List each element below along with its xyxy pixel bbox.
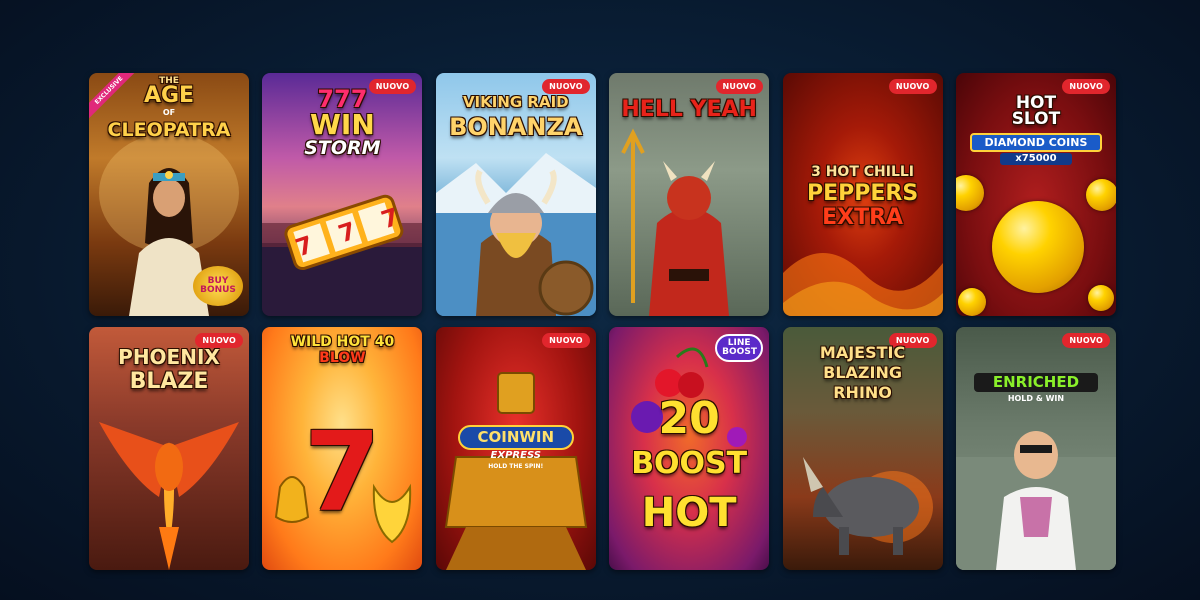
game-title: ENRICHED [973,373,1098,392]
game-title-top: 20 [658,393,720,444]
new-badge: NUOVO [542,79,590,94]
game-card-20-boost-hot[interactable]: LINE BOOST 20 BOOST HOT [609,327,770,570]
game-card-wild-hot-40-blow[interactable]: WILD HOT 40 BLOW 7 [262,327,423,570]
game-title: BONANZA [449,113,583,141]
game-card-enriched[interactable]: NUOVO ENRICHED HOLD & WIN [955,327,1116,570]
game-card-hell-yeah[interactable]: NUOVO HELL YEAH [609,73,770,316]
game-title-end: HOT [641,490,737,536]
new-badge: NUOVO [1062,79,1110,94]
new-badge: NUOVO [542,333,590,348]
game-title: BLAZING [823,363,902,382]
game-title-top: 3 HOT CHILLI [811,164,915,180]
game-title-top: WILD HOT 40 [290,334,395,350]
new-badge: NUOVO [888,79,937,94]
game-title-top: VIKING RAID [462,93,569,111]
game-card-coinwin-express[interactable]: NUOVO COINWIN EXPRESS HOLD THE SPIN! [435,327,596,570]
game-card-majestic-blazing-rhino[interactable]: NUOVO MAJESTIC BLAZING RHINO [782,327,943,570]
buy-bonus-label: BUY BONUS [200,276,236,295]
multiplier-label: x75000 [999,153,1072,165]
new-badge: NUOVO [1062,333,1110,348]
lucky-seven-symbol: 7 [304,408,381,536]
game-card-777-win-storm[interactable]: NUOVO 777 WIN STORM 7 7 7 [262,73,423,316]
game-card-age-of-cleopatra[interactable]: EXCLUSIVE THE AGE OF CLEOPATRA BUY BONUS [89,73,249,316]
new-badge: NUOVO [715,79,764,94]
line-boost-tag: LINE BOOST [715,334,764,362]
game-title: SLOT [1011,109,1061,129]
game-card-hot-slot-diamond-coins[interactable]: NUOVO HOT SLOT DIAMOND COINS x75000 [955,73,1116,316]
game-artwork [955,327,1116,570]
game-title: EXPRESS [490,450,541,461]
game-title-end: HOLD THE SPIN! [488,463,544,470]
game-title-top: MAJESTIC [819,343,906,362]
game-title: BLOW [319,350,366,366]
game-title: BOOST [631,446,748,481]
game-title-end: HOLD & WIN [1007,394,1065,403]
game-title-top: PHOENIX [118,345,220,369]
game-title: WIN [310,108,375,141]
game-title-of: OF [162,108,176,117]
game-card-phoenix-blaze[interactable]: NUOVO PHOENIX BLAZE [89,327,249,570]
game-card-3-hot-chilli-peppers-extra[interactable]: NUOVO 3 HOT CHILLI PEPPERS EXTRA [782,73,943,316]
game-title-end: DIAMOND COINS [969,133,1102,152]
game-title-top: COINWIN [457,425,574,450]
game-grid: EXCLUSIVE THE AGE OF CLEOPATRA BUY BONUS… [89,73,1116,570]
buy-bonus-badge: BUY BONUS [193,266,243,306]
game-title: BLAZE [129,369,209,394]
game-title-end: RHINO [833,383,892,402]
game-title: HELL YEAH [621,97,757,122]
game-title-end: CLEOPATRA [107,119,231,141]
game-title-end: EXTRA [822,205,904,230]
game-title: AGE [143,83,195,108]
game-title-end: STORM [304,137,381,159]
game-card-viking-raid-bonanza[interactable]: NUOVO VIKING RAID BONANZA [435,73,596,316]
game-title: PEPPERS [806,181,919,206]
